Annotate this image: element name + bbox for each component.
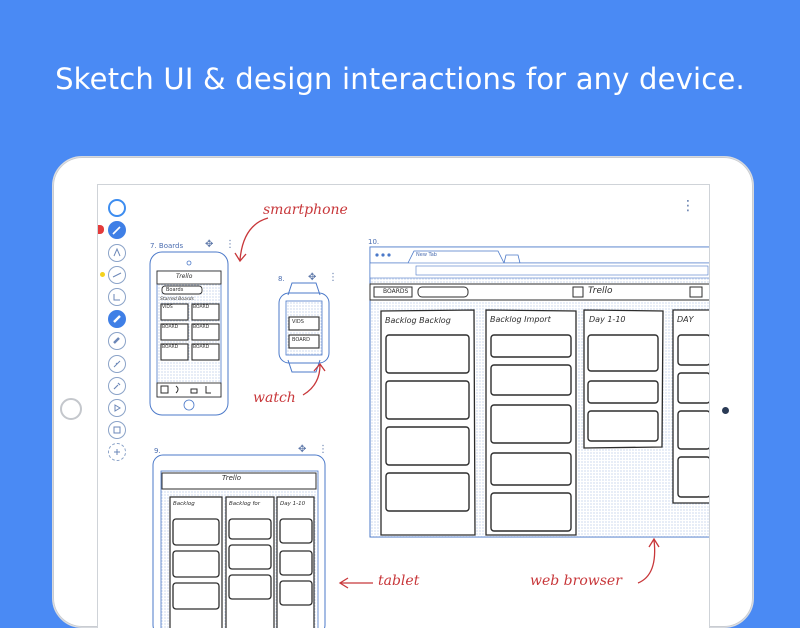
phone-card-4[interactable]: BOARD xyxy=(193,325,209,330)
browser-boards-button[interactable]: BOARDS xyxy=(383,288,408,295)
phone-card-1[interactable]: VIDS xyxy=(162,305,173,310)
browser-app-title: Trello xyxy=(588,286,613,296)
browser-column-4: DAY xyxy=(677,315,694,324)
browser-column-3: Day 1-10 xyxy=(589,315,626,324)
tablet-column-3: Day 1-10 xyxy=(280,501,306,507)
camera-dot xyxy=(722,407,729,414)
phone-boards-button[interactable]: Boards xyxy=(166,287,183,293)
browser-frame[interactable] xyxy=(369,246,709,538)
home-button[interactable] xyxy=(60,398,82,420)
phone-section-title: Starred Boards xyxy=(160,297,194,302)
phone-card-2[interactable]: BOARD xyxy=(193,305,209,310)
watch-frame[interactable] xyxy=(278,282,330,373)
watch-item-1[interactable]: VIDS xyxy=(292,319,304,325)
phone-app-title: Trello xyxy=(176,273,193,280)
browser-tab[interactable]: New Tab xyxy=(416,252,437,258)
app-screen: ⋮ 7. Boards 8. 9. 10. ✥ ⋮ ✥ ⋮ ✥ ⋮ Trello… xyxy=(97,184,710,628)
headline: Sketch UI & design interactions for any … xyxy=(55,62,745,96)
tablet-column-2: Backlog for xyxy=(229,501,261,507)
smartphone-annotation: smartphone xyxy=(263,202,348,218)
browser-column-2: Backlog Import xyxy=(490,315,551,324)
wireframes-canvas xyxy=(149,217,709,628)
phone-card-5[interactable]: BOARD xyxy=(162,345,178,350)
ipad-device: ⋮ 7. Boards 8. 9. 10. ✥ ⋮ ✥ ⋮ ✥ ⋮ Trello… xyxy=(52,156,754,628)
web-browser-annotation: web browser xyxy=(530,573,622,589)
tablet-column-1: Backlog xyxy=(173,501,195,507)
tablet-annotation: tablet xyxy=(378,573,420,589)
watch-annotation: watch xyxy=(253,390,296,406)
browser-column-1: Backlog Backlog xyxy=(385,316,451,325)
tablet-app-title: Trello xyxy=(222,474,242,482)
phone-card-6[interactable]: BOARD xyxy=(193,345,209,350)
phone-card-3[interactable]: BOARD xyxy=(162,325,178,330)
watch-item-2[interactable]: BOARD xyxy=(292,337,310,343)
